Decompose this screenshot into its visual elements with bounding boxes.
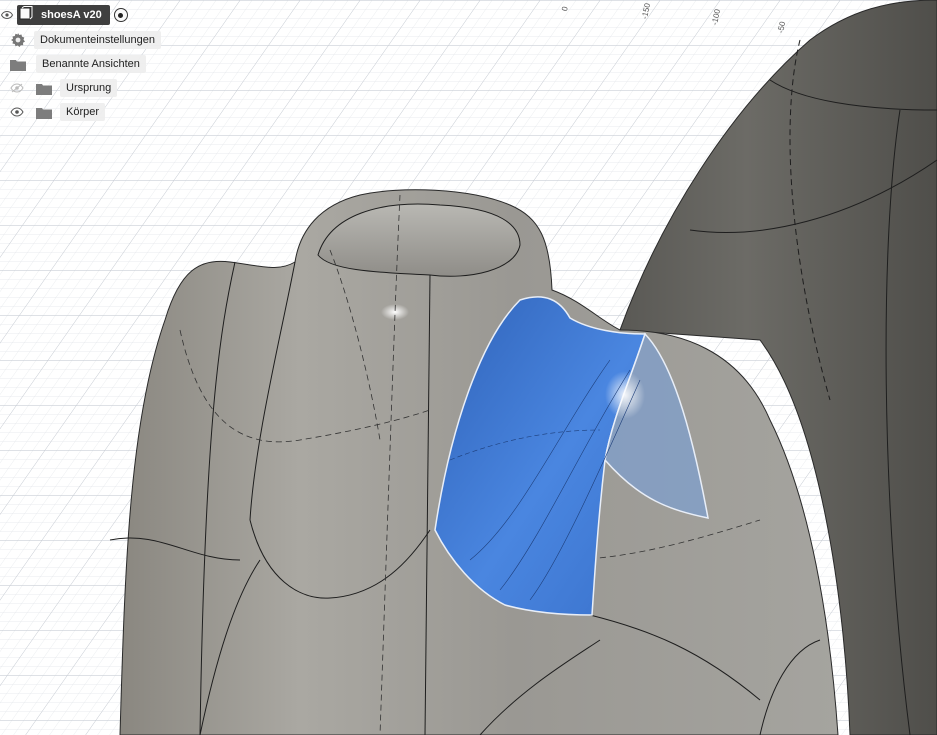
eye-hidden-icon[interactable]: [10, 81, 24, 95]
gear-icon: [10, 32, 26, 48]
browser-item-label: Ursprung: [60, 79, 118, 97]
folder-icon: [10, 58, 26, 71]
document-root[interactable]: shoesA v20: [17, 5, 110, 25]
eye-icon[interactable]: [10, 105, 24, 119]
eye-icon[interactable]: [0, 8, 14, 22]
folder-icon: [36, 82, 52, 95]
canvas-viewport[interactable]: 0 -150 -100 -50: [0, 0, 937, 735]
browser-item-label: Körper: [60, 103, 106, 121]
radio-dot: [118, 12, 124, 18]
browser-item-document-settings[interactable]: Dokumenteinstellungen: [10, 29, 161, 51]
browser-item-bodies[interactable]: Körper: [10, 101, 106, 123]
folder-icon: [36, 106, 52, 119]
browser-root-row[interactable]: shoesA v20: [0, 4, 128, 26]
browser-item-named-views[interactable]: Benannte Ansichten: [10, 53, 146, 75]
document-name: shoesA v20: [41, 9, 102, 21]
activate-radio[interactable]: [113, 8, 128, 22]
browser-item-label: Benannte Ansichten: [36, 55, 146, 73]
browser-item-origin[interactable]: Ursprung: [10, 77, 118, 99]
component-icon: [19, 5, 33, 25]
browser-item-label: Dokumenteinstellungen: [34, 31, 161, 49]
